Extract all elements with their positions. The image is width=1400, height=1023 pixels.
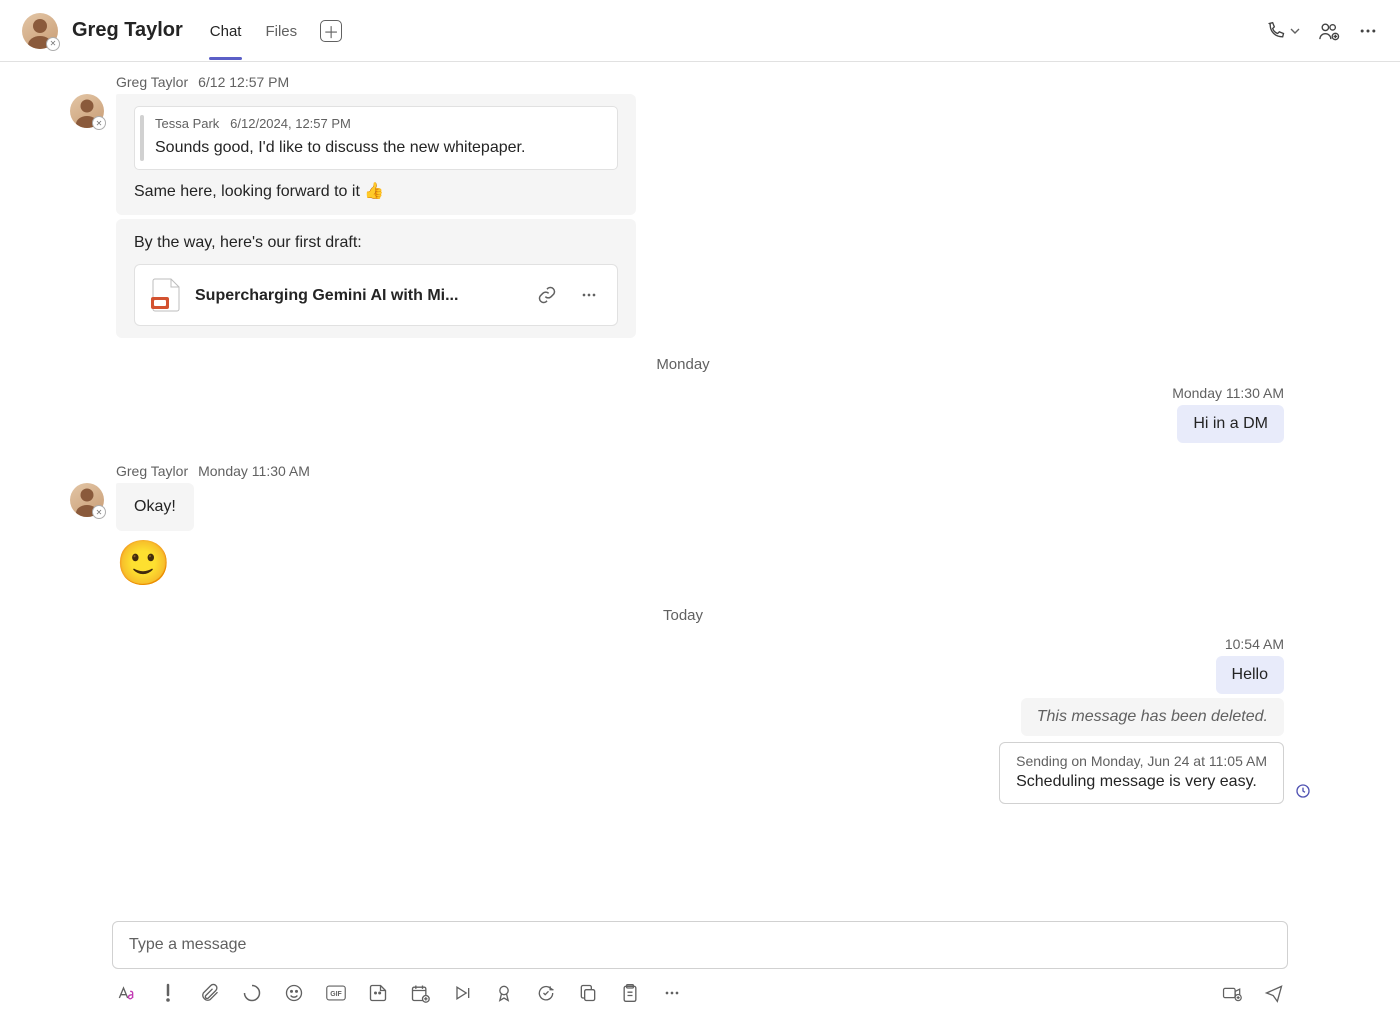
message-input[interactable]: Type a message (112, 921, 1288, 969)
deleted-message[interactable]: This message has been deleted. (1021, 698, 1284, 736)
refresh-check-icon (536, 983, 556, 1003)
schedule-meeting-button[interactable] (410, 983, 430, 1003)
stream-button[interactable] (452, 983, 472, 1003)
call-button[interactable] (1266, 21, 1300, 41)
sticker-icon (368, 983, 388, 1003)
more-horizontal-icon (1358, 21, 1378, 41)
message-group-outgoing: 10:54 AM Hello This message has been del… (70, 636, 1284, 808)
viva-button[interactable] (536, 983, 556, 1003)
approvals-button[interactable] (494, 983, 514, 1003)
presence-offline-icon (46, 37, 60, 51)
message-text: Hello (1232, 666, 1268, 683)
quote-timestamp: 6/12/2024, 12:57 PM (230, 116, 351, 131)
more-apps-button[interactable] (662, 983, 682, 1003)
attachment-title: Supercharging Gemini AI with Mi... (195, 284, 519, 307)
emoji-button[interactable] (284, 983, 304, 1003)
message-bubble-outgoing[interactable]: Hello (1216, 656, 1284, 694)
video-clip-button[interactable] (1222, 983, 1242, 1003)
important-icon (159, 983, 177, 1003)
chat-scroll-area[interactable]: Greg Taylor 6/12 12:57 PM Tessa Park 6/1… (0, 62, 1400, 915)
ribbon-icon (494, 983, 514, 1003)
message-timestamp: Monday 11:30 AM (198, 463, 310, 479)
message-group-outgoing: Monday 11:30 AM Hi in a DM (70, 385, 1284, 447)
send-icon (1264, 983, 1284, 1003)
message-group: Greg Taylor Monday 11:30 AM Okay! 🙂 (70, 461, 1296, 588)
svg-text:GIF: GIF (330, 991, 342, 998)
scheduled-message[interactable]: Sending on Monday, Jun 24 at 11:05 AM Sc… (999, 742, 1284, 804)
powerpoint-file-icon (149, 277, 181, 313)
message-text: Same here, looking forward to it 👍 (134, 180, 618, 203)
emoji-message[interactable]: 🙂 (116, 537, 1296, 589)
message-group: Greg Taylor 6/12 12:57 PM Tessa Park 6/1… (70, 72, 1296, 338)
quoted-reply[interactable]: Tessa Park 6/12/2024, 12:57 PM Sounds go… (134, 106, 618, 170)
message-text: Hi in a DM (1193, 415, 1268, 432)
contact-avatar[interactable] (22, 13, 58, 49)
add-people-button[interactable] (1318, 21, 1340, 41)
message-bubble-outgoing[interactable]: Hi in a DM (1177, 405, 1284, 443)
presence-offline-icon (92, 116, 106, 130)
composer-toolbar: GIF (112, 983, 1288, 1003)
message-bubble[interactable]: Okay! (116, 483, 194, 530)
loop-button[interactable] (242, 983, 262, 1003)
paperclip-icon (200, 983, 220, 1003)
clock-icon (1295, 783, 1311, 799)
message-timestamp: 6/12 12:57 PM (198, 74, 289, 90)
chevron-down-icon (1290, 26, 1300, 36)
presence-offline-icon (92, 505, 106, 519)
quote-sender: Tessa Park (155, 116, 219, 131)
more-horizontal-icon (662, 983, 682, 1003)
message-text: Okay! (134, 498, 176, 515)
file-attachment[interactable]: Supercharging Gemini AI with Mi... (134, 264, 618, 326)
copy-icon (578, 983, 598, 1003)
add-tab-button[interactable]: ＋ (320, 20, 342, 42)
tab-list: Chat Files ＋ (209, 3, 342, 58)
notes-button[interactable] (620, 983, 640, 1003)
chat-header: Greg Taylor Chat Files ＋ (0, 0, 1400, 62)
sticker-button[interactable] (368, 983, 388, 1003)
scheduled-label: Sending on Monday, Jun 24 at 11:05 AM (1016, 753, 1267, 769)
quote-body: Sounds good, I'd like to discuss the new… (155, 136, 605, 159)
date-divider: Monday (70, 356, 1296, 373)
send-button[interactable] (1264, 983, 1284, 1003)
more-button[interactable] (1358, 21, 1378, 41)
phone-icon (1266, 21, 1286, 41)
sender-name: Greg Taylor (116, 463, 188, 479)
loop-icon (242, 983, 262, 1003)
attach-button[interactable] (200, 983, 220, 1003)
emoji-icon (284, 983, 304, 1003)
date-divider: Today (70, 607, 1296, 624)
stream-icon (452, 983, 472, 1003)
link-icon (537, 285, 557, 305)
calendar-add-icon (410, 983, 430, 1003)
message-timestamp: 10:54 AM (1225, 636, 1284, 652)
deleted-text: This message has been deleted. (1037, 708, 1268, 725)
tab-files[interactable]: Files (264, 3, 298, 58)
copy-link-button[interactable] (533, 281, 561, 309)
message-avatar[interactable] (70, 94, 104, 128)
message-text: By the way, here's our first draft: (134, 231, 618, 254)
chat-title: Greg Taylor (72, 19, 183, 42)
more-horizontal-icon (579, 285, 599, 305)
tab-chat[interactable]: Chat (209, 3, 243, 58)
copy-button[interactable] (578, 983, 598, 1003)
message-timestamp: Monday 11:30 AM (1172, 385, 1284, 401)
gif-icon: GIF (326, 984, 346, 1002)
message-bubble[interactable]: Tessa Park 6/12/2024, 12:57 PM Sounds go… (116, 94, 636, 215)
message-bubble[interactable]: By the way, here's our first draft: Supe… (116, 219, 636, 338)
text-format-icon (116, 983, 136, 1003)
attachment-more-button[interactable] (575, 281, 603, 309)
sender-name: Greg Taylor (116, 74, 188, 90)
message-composer: Type a message GIF (112, 921, 1288, 1003)
message-avatar[interactable] (70, 483, 104, 517)
video-icon (1222, 984, 1242, 1002)
clipboard-icon (621, 983, 639, 1003)
people-add-icon (1318, 21, 1340, 41)
message-text: Scheduling message is very easy. (1016, 773, 1267, 791)
priority-button[interactable] (158, 983, 178, 1003)
format-button[interactable] (116, 983, 136, 1003)
gif-button[interactable]: GIF (326, 983, 346, 1003)
